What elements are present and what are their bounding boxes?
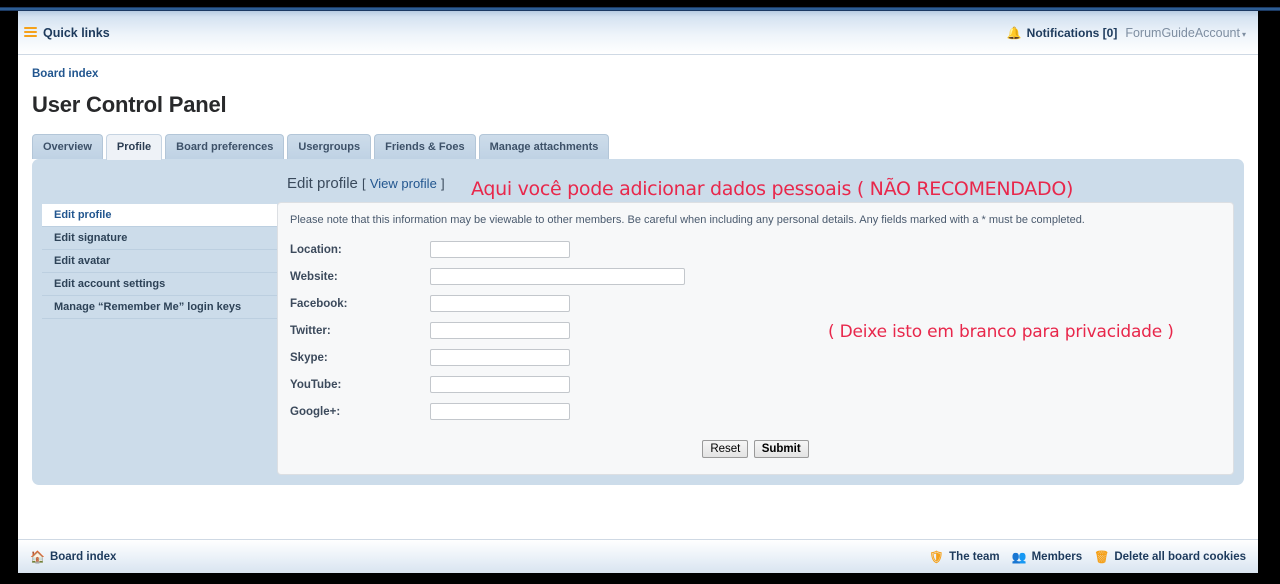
sidenav-item-0[interactable]: Edit profile	[42, 204, 277, 227]
chevron-down-icon: ▾	[1241, 29, 1246, 39]
sidenav-item-2[interactable]: Edit avatar	[42, 250, 277, 273]
profile-form: Location: Website: Facebook: Twitter: Skype:…	[290, 241, 1221, 420]
account-menu[interactable]: ForumGuideAccount ▾	[1125, 26, 1246, 40]
quick-links-label: Quick links	[43, 25, 110, 40]
submit-button[interactable]: Submit	[753, 440, 809, 458]
form-row: Google+:	[290, 403, 1221, 420]
form-row: Twitter:	[290, 322, 1221, 339]
ucp-tabs: Overview Profile Board preferences Usergrou…	[32, 134, 1244, 160]
field-input-youtube[interactable]	[430, 376, 570, 393]
form-row: Website:	[290, 268, 1221, 285]
tab-overview[interactable]: Overview	[32, 134, 103, 159]
field-label: Website:	[290, 270, 338, 283]
footer-board-index[interactable]: 🏠 Board index	[30, 551, 116, 563]
field-input-facebook[interactable]	[430, 295, 570, 312]
form-row: YouTube:	[290, 376, 1221, 393]
field-label: Location:	[290, 243, 342, 256]
bracket-close: ]	[440, 176, 445, 191]
page-title: User Control Panel	[32, 92, 227, 117]
field-input-google[interactable]	[430, 403, 570, 420]
quick-links-button[interactable]: Quick links	[24, 26, 110, 40]
bracket-open: [	[362, 176, 366, 191]
page-footer: 🏠 Board index 🛡 The team 👥 Members 🗑 Del…	[18, 539, 1258, 573]
edit-profile-card: Please note that this information may be…	[277, 202, 1234, 475]
sidenav-item-3[interactable]: Edit account settings	[42, 273, 277, 296]
view-profile-link[interactable]: View profile	[370, 176, 437, 191]
form-row: Skype:	[290, 349, 1221, 366]
navbar-right: 🔔 Notifications [0] ForumGuideAccount ▾	[1007, 26, 1246, 40]
footer-members[interactable]: 👥 Members	[1012, 551, 1082, 563]
footer-delete-cookies[interactable]: 🗑 Delete all board cookies	[1094, 551, 1246, 563]
form-row: Location:	[290, 241, 1221, 258]
shield-icon: 🛡	[928, 549, 945, 564]
footer-members-label: Members	[1031, 550, 1083, 563]
home-icon: 🏠	[30, 549, 45, 564]
notifications-button[interactable]: 🔔 Notifications [0]	[1007, 26, 1118, 40]
people-icon: 👥	[1011, 549, 1027, 564]
field-label: Skype:	[290, 351, 328, 364]
page-content: Quick links 🔔 Notifications [0] ForumGui…	[18, 11, 1258, 573]
field-input-location[interactable]	[430, 241, 570, 258]
footer-the-team-label: The team	[949, 550, 1000, 563]
field-input-website[interactable]	[430, 268, 685, 285]
field-input-twitter[interactable]	[430, 322, 570, 339]
bell-icon: 🔔	[1006, 25, 1022, 40]
form-row: Facebook:	[290, 295, 1221, 312]
browser-frame: Quick links 🔔 Notifications [0] ForumGui…	[0, 0, 1280, 584]
reset-button[interactable]: Reset	[702, 440, 749, 458]
top-navbar: Quick links 🔔 Notifications [0] ForumGui…	[18, 11, 1258, 55]
window-top-strip	[0, 0, 1280, 11]
form-actions: Reset Submit	[290, 430, 1221, 460]
field-label: Twitter:	[290, 324, 331, 337]
field-label: YouTube:	[290, 378, 342, 391]
footer-board-index-label: Board index	[49, 550, 117, 563]
field-label: Google+:	[290, 405, 341, 418]
ucp-panel: Edit profile [ View profile ] Edit profi…	[32, 159, 1244, 485]
tab-usergroups[interactable]: Usergroups	[287, 134, 372, 159]
panel-title: Edit profile [ View profile ]	[42, 169, 1234, 202]
tab-friends-foes[interactable]: Friends & Foes	[374, 134, 476, 159]
tab-manage-attachments[interactable]: Manage attachments	[478, 134, 610, 159]
panel-title-text: Edit profile	[287, 175, 358, 192]
trash-icon: 🗑	[1094, 549, 1110, 564]
footer-delete-cookies-label: Delete all board cookies	[1114, 550, 1246, 563]
hamburger-icon	[24, 27, 37, 38]
privacy-note: Please note that this information may be…	[290, 214, 1085, 226]
breadcrumb: Board index	[18, 55, 1258, 86]
field-input-skype[interactable]	[430, 349, 570, 366]
tab-profile[interactable]: Profile	[105, 134, 163, 160]
ucp-sidenav: Edit profile Edit signature Edit avatar Edi…	[42, 202, 277, 319]
field-label: Facebook:	[290, 297, 348, 310]
tab-board-preferences[interactable]: Board preferences	[165, 134, 285, 159]
sidenav-item-1[interactable]: Edit signature	[42, 227, 277, 250]
breadcrumb-board-index[interactable]: Board index	[32, 68, 98, 80]
sidenav-item-4[interactable]: Manage “Remember Me” login keys	[42, 296, 277, 319]
account-name: ForumGuideAccount	[1125, 25, 1240, 40]
footer-the-team[interactable]: 🛡 The team	[929, 551, 1000, 563]
notifications-label: Notifications [0]	[1026, 25, 1118, 40]
panel-body: Edit profile Edit signature Edit avatar Edi…	[42, 202, 1234, 475]
